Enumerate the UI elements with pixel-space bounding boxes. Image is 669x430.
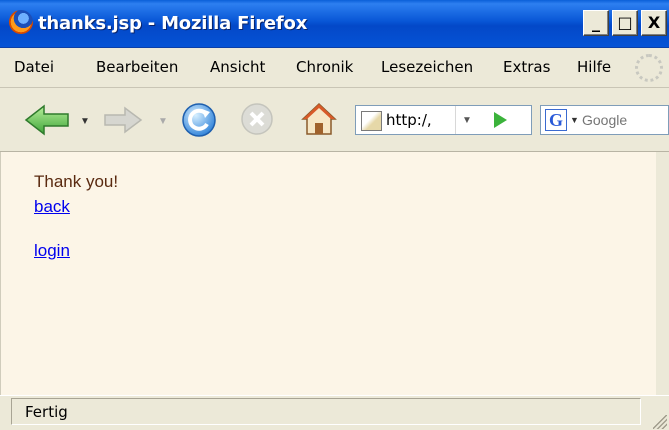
browser-window: thanks.jsp - Mozilla Firefox _ □ X Datei…	[0, 0, 669, 430]
resize-grip-icon[interactable]	[653, 415, 667, 429]
window-controls: _ □ X	[583, 10, 667, 36]
status-bar: Fertig	[0, 395, 669, 430]
menu-hilfe[interactable]: Hilfe	[577, 58, 611, 76]
close-button[interactable]: X	[641, 10, 667, 36]
status-panel: Fertig	[11, 398, 641, 425]
google-icon[interactable]: G	[545, 109, 567, 131]
forward-icon	[104, 106, 143, 134]
window-title: thanks.jsp - Mozilla Firefox	[38, 13, 308, 34]
reload-icon[interactable]	[181, 102, 217, 138]
back-link[interactable]: back	[34, 197, 70, 217]
menu-bar: Datei Bearbeiten Ansicht Chronik Lesezei…	[0, 48, 669, 88]
title-bar[interactable]: thanks.jsp - Mozilla Firefox _ □ X	[0, 0, 669, 48]
stop-icon	[241, 103, 273, 135]
status-text: Fertig	[25, 403, 68, 421]
content-edge	[656, 152, 669, 395]
url-text[interactable]: http:/,	[386, 111, 432, 129]
search-bar[interactable]: G ▼	[540, 105, 669, 135]
login-link[interactable]: login	[34, 241, 70, 261]
firefox-icon	[9, 10, 33, 34]
back-icon[interactable]	[24, 104, 70, 136]
search-engine-dropdown-icon[interactable]: ▼	[570, 115, 579, 125]
maximize-button[interactable]: □	[612, 10, 638, 36]
menu-ansicht[interactable]: Ansicht	[210, 58, 265, 76]
url-history-dropdown[interactable]: ▼	[455, 106, 478, 134]
menu-chronik[interactable]: Chronik	[296, 58, 353, 76]
menu-extras[interactable]: Extras	[503, 58, 550, 76]
navigation-toolbar: ▼ ▼ http:/, ▼ G ▼	[0, 88, 669, 152]
url-bar[interactable]: http:/, ▼	[355, 105, 532, 135]
search-input[interactable]	[582, 112, 668, 128]
minimize-button[interactable]: _	[583, 10, 609, 36]
forward-dropdown-icon: ▼	[158, 116, 168, 127]
menu-datei[interactable]: Datei	[14, 58, 54, 76]
page-favicon	[361, 111, 382, 131]
home-icon[interactable]	[300, 100, 338, 138]
go-icon[interactable]	[494, 112, 507, 128]
thank-you-message: Thank you!	[34, 172, 119, 191]
back-dropdown-icon[interactable]: ▼	[80, 116, 90, 127]
menu-bearbeiten[interactable]: Bearbeiten	[96, 58, 178, 76]
throbber-icon	[635, 54, 663, 82]
menu-lesezeichen[interactable]: Lesezeichen	[381, 58, 473, 76]
page-content: Thank you! back login	[0, 152, 657, 395]
